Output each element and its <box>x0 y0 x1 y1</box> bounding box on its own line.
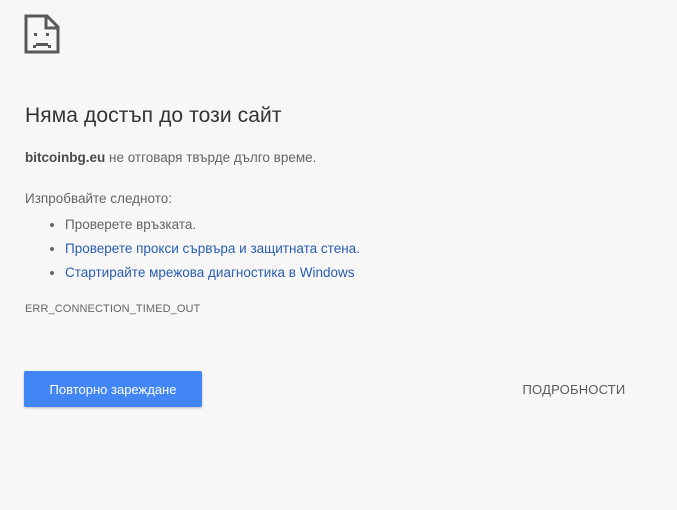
suggestion-label: Проверете връзката. <box>65 217 197 232</box>
suggestion-link-proxy-firewall[interactable]: Проверете прокси сървъра и защитната сте… <box>65 241 360 256</box>
error-page: Няма достъп до този сайт bitcoinbg.eu не… <box>0 0 677 510</box>
page-title: Няма достъп до този сайт <box>25 104 282 127</box>
error-description: bitcoinbg.eu не отговаря твърде дълго вр… <box>25 150 316 165</box>
suggestion-check-proxy[interactable]: Проверете прокси сървъра и защитната сте… <box>65 237 360 261</box>
reload-button[interactable]: Повторно зареждане <box>24 371 202 407</box>
suggestion-link-network-diagnostics[interactable]: Стартирайте мрежова диагностика в Window… <box>65 265 354 280</box>
sad-document-icon <box>24 14 60 54</box>
error-code: ERR_CONNECTION_TIMED_OUT <box>25 303 201 315</box>
suggestions-heading: Изпробвайте следното: <box>25 191 172 206</box>
suggestion-check-connection: Проверете връзката. <box>65 213 360 237</box>
error-description-text: не отговаря твърде дълго време. <box>105 150 317 165</box>
suggestions-list: Проверете връзката. Проверете прокси сър… <box>25 213 360 285</box>
suggestion-run-diagnostics[interactable]: Стартирайте мрежова диагностика в Window… <box>65 261 360 285</box>
details-button[interactable]: ПОДРОБНОСТИ <box>508 371 640 407</box>
host-name: bitcoinbg.eu <box>25 150 106 165</box>
